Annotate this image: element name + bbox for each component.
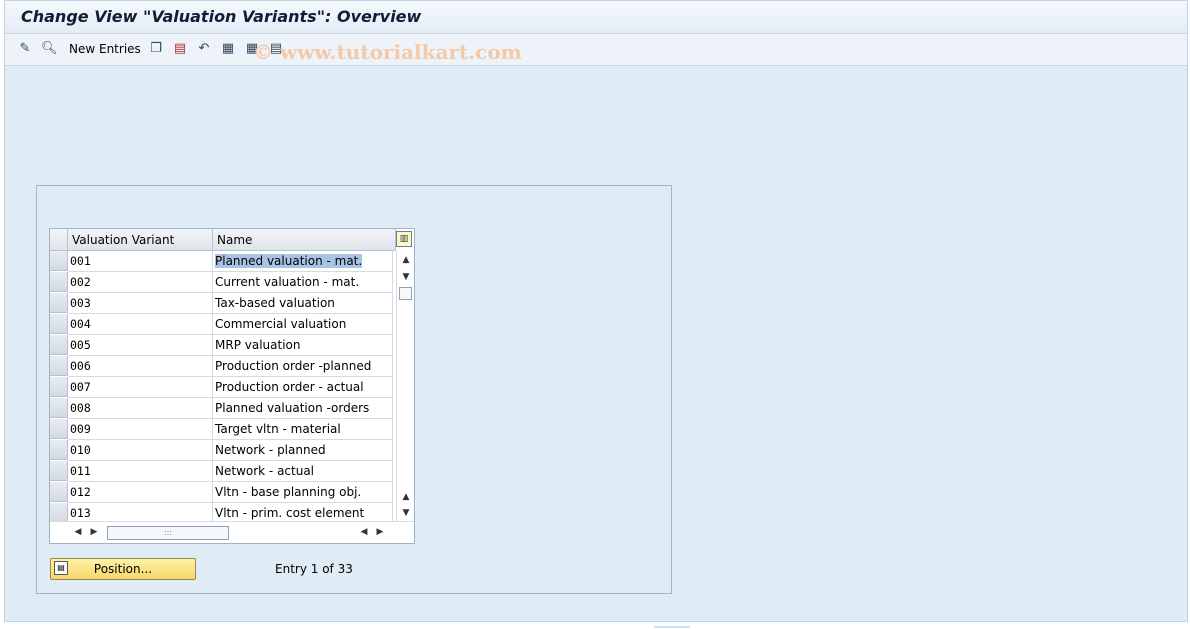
table-settings-icon[interactable]: ▥ [396, 231, 412, 247]
table-row[interactable]: 010 Network - planned [50, 440, 396, 461]
name-text: Current valuation - mat. [215, 275, 360, 289]
name-text: Production order - actual [215, 380, 364, 394]
valuation-variant-cell[interactable]: 011 [68, 461, 213, 482]
name-text: Network - planned [215, 443, 326, 457]
row-selector[interactable] [50, 356, 68, 376]
valuation-variant-cell[interactable]: 004 [68, 314, 213, 335]
watermark: © www.tutorialkart.com [253, 40, 522, 64]
table-row[interactable]: 012 Vltn - base planning obj. [50, 482, 396, 503]
name-cell[interactable]: Network - actual [213, 461, 393, 482]
row-selector[interactable] [50, 461, 68, 481]
valuation-variant-cell[interactable]: 010 [68, 440, 213, 461]
table-row[interactable]: 002 Current valuation - mat. [50, 272, 396, 293]
scroll-left-icon[interactable]: ◀ [72, 526, 84, 538]
horizontal-scrollbar[interactable]: ◀ ▶ ::: ◀ ▶ [50, 521, 414, 543]
valuation-variant-cell[interactable]: 009 [68, 419, 213, 440]
scroll-left-end-icon[interactable]: ◀ [358, 526, 370, 538]
name-text: Planned valuation -orders [215, 401, 370, 415]
column-header-name[interactable]: Name [213, 229, 396, 251]
row-selector[interactable] [50, 272, 68, 292]
delete-icon[interactable]: ▤ [172, 41, 188, 57]
row-selector[interactable] [50, 293, 68, 313]
row-selector[interactable] [50, 314, 68, 334]
select-all-icon[interactable]: ▦ [220, 41, 236, 57]
table-row[interactable]: 003 Tax-based valuation [50, 293, 396, 314]
name-text: Target vltn - material [215, 422, 341, 436]
table-row[interactable]: 007 Production order - actual [50, 377, 396, 398]
new-entries-button[interactable]: New Entries [69, 42, 141, 56]
column-header-valuation-variant[interactable]: Valuation Variant [68, 229, 213, 251]
application-toolbar: ✎ 🔍︎ New Entries ❐ ▤ ↶ ▦ ▦ ▤ © www.tutor… [5, 34, 1187, 66]
name-cell[interactable]: Tax-based valuation [213, 293, 393, 314]
scroll-thumb[interactable] [399, 287, 412, 300]
row-selector[interactable] [50, 482, 68, 502]
valuation-variant-cell[interactable]: 003 [68, 293, 213, 314]
scroll-up-icon[interactable]: ▲ [400, 254, 412, 266]
table-row[interactable]: 008 Planned valuation -orders [50, 398, 396, 419]
name-text: Network - actual [215, 464, 315, 478]
table-row[interactable]: 004 Commercial valuation [50, 314, 396, 335]
name-text: Planned valuation - mat. [215, 254, 363, 268]
row-selector[interactable] [50, 503, 68, 523]
entry-count: Entry 1 of 33 [275, 562, 353, 576]
valuation-variant-cell[interactable]: 002 [68, 272, 213, 293]
name-cell[interactable]: Vltn - base planning obj. [213, 482, 393, 503]
table-row[interactable]: 009 Target vltn - material [50, 419, 396, 440]
valuation-variant-cell[interactable]: 005 [68, 335, 213, 356]
table-row[interactable]: 006 Production order -planned [50, 356, 396, 377]
page-title: Change View "Valuation Variants": Overvi… [21, 7, 422, 26]
position-button-label: Position... [93, 562, 153, 576]
position-button[interactable]: ▤ Position... [50, 558, 196, 580]
title-bar: Change View "Valuation Variants": Overvi… [5, 1, 1187, 34]
name-text: Tax-based valuation [215, 296, 335, 310]
scroll-right-end-icon[interactable]: ▶ [374, 526, 386, 538]
name-cell[interactable]: Commercial valuation [213, 314, 393, 335]
row-selector[interactable] [50, 440, 68, 460]
status-indicator [654, 626, 690, 628]
row-selector[interactable] [50, 377, 68, 397]
row-selector[interactable] [50, 398, 68, 418]
name-text: Production order -planned [215, 359, 372, 373]
horizontal-scroll-thumb[interactable]: ::: [107, 526, 229, 540]
valuation-variant-cell[interactable]: 008 [68, 398, 213, 419]
main-window: Change View "Valuation Variants": Overvi… [4, 0, 1188, 622]
select-all-header[interactable] [50, 229, 68, 251]
vertical-scrollbar[interactable]: ▲ ▼ ▲ ▼ [396, 251, 414, 521]
name-text: Vltn - base planning obj. [215, 485, 362, 499]
table-row[interactable]: 005 MRP valuation [50, 335, 396, 356]
undo-icon[interactable]: ↶ [196, 41, 212, 57]
table-row[interactable]: 001 Planned valuation - mat. [50, 251, 396, 272]
detail-icon[interactable]: 🔍︎ [41, 41, 58, 57]
valuation-variants-table: Valuation Variant Name ▥ 001 Planned valu… [49, 228, 415, 544]
name-cell[interactable]: Planned valuation -orders [213, 398, 393, 419]
row-selector[interactable] [50, 419, 68, 439]
valuation-variant-cell[interactable]: 006 [68, 356, 213, 377]
scroll-down-icon[interactable]: ▼ [400, 271, 412, 283]
name-cell[interactable]: Production order -planned [213, 356, 393, 377]
name-cell[interactable]: Network - planned [213, 440, 393, 461]
name-text: MRP valuation [215, 338, 301, 352]
scroll-page-down-icon[interactable]: ▼ [400, 507, 412, 519]
table-panel: Valuation Variant Name ▥ 001 Planned valu… [36, 185, 672, 594]
name-cell[interactable]: MRP valuation [213, 335, 393, 356]
table-row[interactable]: 011 Network - actual [50, 461, 396, 482]
name-text: Vltn - prim. cost element [215, 506, 365, 520]
scroll-right-icon[interactable]: ▶ [88, 526, 100, 538]
copy-icon[interactable]: ❐ [148, 41, 164, 57]
name-text: Commercial valuation [215, 317, 347, 331]
valuation-variant-cell[interactable]: 001 [68, 251, 213, 272]
name-cell[interactable]: Production order - actual [213, 377, 393, 398]
name-cell[interactable]: Planned valuation - mat. [213, 251, 393, 272]
row-selector[interactable] [50, 335, 68, 355]
valuation-variant-cell[interactable]: 012 [68, 482, 213, 503]
scroll-page-up-icon[interactable]: ▲ [400, 491, 412, 503]
name-cell[interactable]: Current valuation - mat. [213, 272, 393, 293]
name-cell[interactable]: Target vltn - material [213, 419, 393, 440]
edit-glasses-icon[interactable]: ✎ [17, 41, 33, 57]
row-selector[interactable] [50, 251, 68, 271]
valuation-variant-cell[interactable]: 007 [68, 377, 213, 398]
